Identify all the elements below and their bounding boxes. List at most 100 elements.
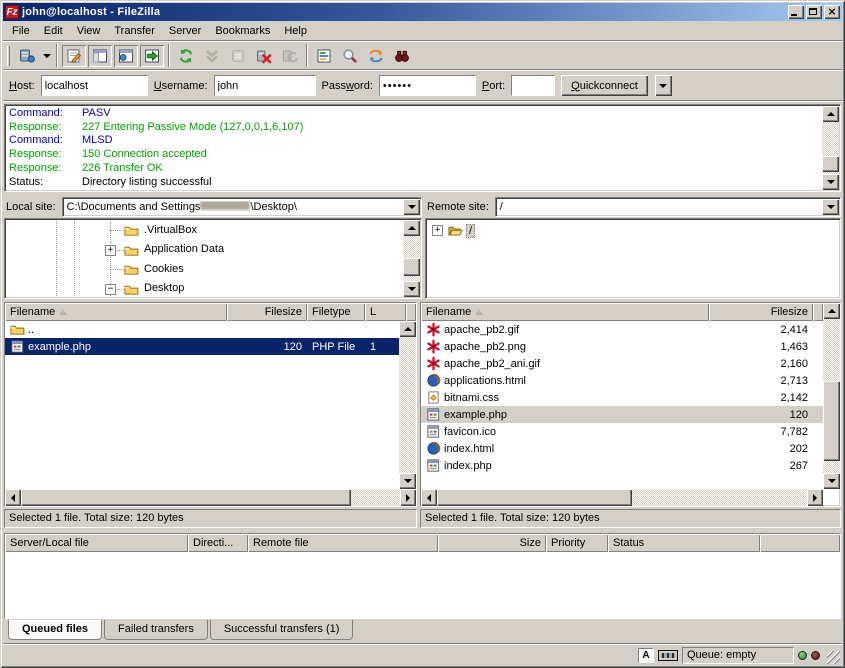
remote-list-hscrollbar[interactable] xyxy=(421,489,823,506)
local-site-combobox[interactable]: C:\Documents and Settings\Desktop\ xyxy=(62,197,422,217)
toolbar-button-sync-browse[interactable] xyxy=(364,45,388,67)
expand-icon[interactable]: + xyxy=(105,245,116,256)
column-header-filetype[interactable]: Filetype xyxy=(307,303,365,321)
quickconnect-dropdown-button[interactable] xyxy=(655,75,672,96)
toolbar-button-toggle-message-log[interactable] xyxy=(62,45,86,67)
scrollbar-track[interactable] xyxy=(21,489,400,506)
file-row-example-php[interactable]: example.php120PHP File1 xyxy=(5,338,416,355)
queue-column-priority[interactable]: Priority xyxy=(546,534,608,552)
scroll-left-button[interactable] xyxy=(5,489,21,506)
scroll-left-button[interactable] xyxy=(421,489,437,506)
file-row-example-php[interactable]: example.php120 xyxy=(421,406,840,423)
scrollbar-track[interactable] xyxy=(399,337,416,473)
message-log-scrollbar[interactable] xyxy=(822,106,839,190)
remote-site-combobox[interactable]: / xyxy=(495,197,841,217)
toolbar-button-site-manager-dropdown[interactable] xyxy=(40,45,53,67)
toolbar-button-toggle-queue[interactable] xyxy=(140,45,164,67)
remote-list-scrollbar[interactable] xyxy=(823,303,840,489)
queue-column-status[interactable]: Status xyxy=(608,534,760,552)
menu-bookmarks[interactable]: Bookmarks xyxy=(208,23,277,39)
maximize-button[interactable] xyxy=(806,5,822,19)
queue-column-size[interactable]: Size xyxy=(438,534,546,552)
toolbar-button-toggle-remote-tree[interactable] xyxy=(114,45,138,67)
toolbar-button-site-manager[interactable] xyxy=(15,45,39,67)
column-header-filesize[interactable]: Filesize xyxy=(227,303,307,321)
scrollbar-thumb[interactable] xyxy=(822,156,839,172)
minimize-button[interactable] xyxy=(788,5,804,19)
file-row-apache-pb2-gif[interactable]: apache_pb2.gif2,414 xyxy=(421,321,840,338)
scrollbar-thumb[interactable] xyxy=(21,489,351,506)
file-row-favicon-ico[interactable]: favicon.ico7,782 xyxy=(421,423,840,440)
menu-edit[interactable]: Edit xyxy=(37,23,70,39)
file-row-apache-pb2-ani-gif[interactable]: apache_pb2_ani.gif2,160 xyxy=(421,355,840,372)
menu-server[interactable]: Server xyxy=(162,23,208,39)
toolbar-button-filter[interactable] xyxy=(312,45,336,67)
speed-limits-icon[interactable] xyxy=(658,650,678,661)
resize-grip[interactable] xyxy=(827,651,840,664)
scroll-right-button[interactable] xyxy=(400,489,416,506)
scrollbar-track[interactable] xyxy=(823,319,840,473)
tab-successful-transfers-1[interactable]: Successful transfers (1) xyxy=(210,620,354,640)
scrollbar-track[interactable] xyxy=(822,122,839,174)
column-header-filename[interactable]: Filename xyxy=(5,303,227,321)
scroll-up-button[interactable] xyxy=(822,106,839,122)
password-field[interactable] xyxy=(380,76,475,95)
toolbar-button-toggle-local-tree[interactable] xyxy=(88,45,112,67)
menu-transfer[interactable]: Transfer xyxy=(107,23,162,39)
toolbar-button-refresh[interactable] xyxy=(174,45,198,67)
menu-file[interactable]: File xyxy=(5,23,37,39)
scroll-up-button[interactable] xyxy=(403,220,420,236)
toolbar-button-reconnect[interactable] xyxy=(278,45,302,67)
local-list-hscrollbar[interactable] xyxy=(5,489,416,506)
column-header-l[interactable]: L xyxy=(365,303,406,321)
column-header-filename[interactable]: Filename xyxy=(421,303,709,321)
scroll-down-button[interactable] xyxy=(823,473,840,489)
tab-failed-transfers[interactable]: Failed transfers xyxy=(104,620,208,640)
queue-column-remote-file[interactable]: Remote file xyxy=(248,534,438,552)
tree-item-virtualbox[interactable]: .VirtualBox xyxy=(7,221,419,241)
file-row-index-html[interactable]: index.html202 xyxy=(421,440,840,457)
scrollbar-thumb[interactable] xyxy=(437,489,632,506)
scrollbar-thumb[interactable] xyxy=(823,381,840,461)
local-list-scrollbar[interactable] xyxy=(399,321,416,489)
collapse-icon[interactable]: − xyxy=(105,284,116,295)
local-tree-scrollbar[interactable] xyxy=(403,220,420,297)
expand-icon[interactable]: + xyxy=(432,225,443,236)
file-row-applications-html[interactable]: applications.html2,713 xyxy=(421,372,840,389)
file-row-apache-pb2-png[interactable]: apache_pb2.png1,463 xyxy=(421,338,840,355)
close-button[interactable]: × xyxy=(824,5,840,19)
scroll-down-button[interactable] xyxy=(822,174,839,190)
scrollbar-track[interactable] xyxy=(403,236,420,281)
toolbar-button-process-queue[interactable] xyxy=(200,45,224,67)
menu-view[interactable]: View xyxy=(70,23,108,39)
scrollbar-thumb[interactable] xyxy=(403,258,420,276)
tree-item-application-data[interactable]: +Application Data xyxy=(7,241,419,261)
toolbar-button-disconnect[interactable] xyxy=(252,45,276,67)
scrollbar-track[interactable] xyxy=(437,489,807,506)
scroll-down-button[interactable] xyxy=(403,281,420,297)
scroll-up-button[interactable] xyxy=(823,303,840,319)
host-field[interactable] xyxy=(42,76,147,95)
transfer-type-indicator-icon[interactable]: A xyxy=(638,648,654,663)
port-field[interactable] xyxy=(512,76,554,95)
scroll-right-button[interactable] xyxy=(807,489,823,506)
file-row-[interactable]: .. xyxy=(5,321,416,338)
toolbar-button-compare[interactable] xyxy=(338,45,362,67)
tree-item-root[interactable]: +/ xyxy=(428,221,838,241)
menu-help[interactable]: Help xyxy=(277,23,314,39)
toolbar-button-cancel[interactable] xyxy=(226,45,250,67)
queue-column-server-local-file[interactable]: Server/Local file xyxy=(5,534,188,552)
file-row-index-php[interactable]: index.php267 xyxy=(421,457,840,474)
queue-column-directi[interactable]: Directi... xyxy=(188,534,248,552)
toolbar-button-find[interactable] xyxy=(390,45,414,67)
username-field[interactable] xyxy=(215,76,315,95)
toolbar-grip[interactable] xyxy=(7,46,10,66)
column-header-filesize[interactable]: Filesize xyxy=(709,303,813,321)
remote-site-dropdown-button[interactable] xyxy=(822,199,839,215)
tree-item-cookies[interactable]: Cookies xyxy=(7,260,419,280)
local-site-dropdown-button[interactable] xyxy=(403,199,420,215)
tree-item-desktop[interactable]: −Desktop xyxy=(7,280,419,300)
scroll-up-button[interactable] xyxy=(399,321,416,337)
file-row-bitnami-css[interactable]: bitnami.css2,142 xyxy=(421,389,840,406)
quickconnect-button[interactable]: Quickconnect xyxy=(561,75,648,96)
